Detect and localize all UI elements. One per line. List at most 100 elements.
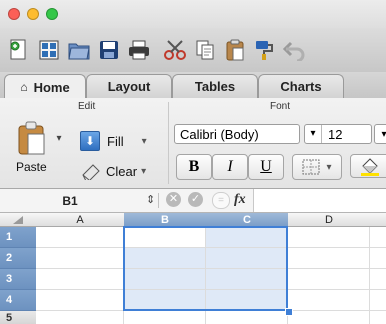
row-label: 5 bbox=[6, 311, 13, 324]
undo-icon[interactable] bbox=[280, 35, 310, 65]
italic-button[interactable]: I bbox=[212, 154, 248, 180]
minimize-window-button[interactable] bbox=[27, 8, 39, 20]
print-icon[interactable] bbox=[124, 35, 154, 65]
column-header-e[interactable] bbox=[370, 213, 386, 227]
tab-label: Layout bbox=[107, 79, 151, 94]
open-icon[interactable] bbox=[64, 35, 94, 65]
cell-a4[interactable] bbox=[36, 290, 124, 311]
column-header-d[interactable]: D bbox=[288, 213, 371, 227]
close-window-button[interactable] bbox=[8, 8, 20, 20]
italic-label: I bbox=[227, 158, 233, 175]
cell-d2[interactable] bbox=[288, 248, 370, 269]
formula-input[interactable] bbox=[253, 189, 386, 212]
tab-charts[interactable]: Charts bbox=[258, 74, 344, 98]
format-painter-icon[interactable] bbox=[250, 35, 280, 65]
font-size-menu-button[interactable]: ▾ bbox=[374, 124, 386, 144]
name-box-stepper-icon[interactable]: ⇕ bbox=[146, 193, 155, 206]
cancel-entry-icon[interactable]: ✕ bbox=[166, 192, 181, 207]
cell-c3[interactable] bbox=[206, 269, 288, 290]
cell-b3[interactable] bbox=[124, 269, 206, 290]
column-label: D bbox=[325, 213, 333, 226]
worksheet-grid: A B C D 1 2 3 4 5 bbox=[0, 213, 386, 324]
fill-label: Fill bbox=[107, 133, 124, 149]
insert-function-toggle-icon[interactable]: = bbox=[212, 192, 230, 209]
row-label: 1 bbox=[6, 231, 13, 243]
cell-a1[interactable] bbox=[36, 227, 124, 248]
paste-icon[interactable] bbox=[220, 35, 250, 65]
paste-label: Paste bbox=[16, 160, 47, 174]
cut-icon[interactable] bbox=[160, 35, 190, 65]
borders-icon bbox=[302, 159, 320, 175]
cell-c4[interactable] bbox=[206, 290, 288, 311]
zoom-window-button[interactable] bbox=[46, 8, 58, 20]
tab-tables[interactable]: Tables bbox=[172, 74, 258, 98]
cell-b1[interactable] bbox=[124, 227, 206, 248]
cell-c5[interactable] bbox=[206, 311, 288, 324]
chevron-down-icon[interactable]: ▾ bbox=[142, 136, 147, 147]
underline-button[interactable]: U bbox=[248, 154, 284, 180]
cell-b4[interactable] bbox=[124, 290, 206, 311]
font-size-value: 12 bbox=[328, 126, 343, 142]
ribbon-tabs: ⌂ Home Layout Tables Charts bbox=[0, 72, 386, 99]
cell-d5[interactable] bbox=[288, 311, 370, 324]
fill-handle[interactable] bbox=[285, 308, 293, 316]
column-header-a[interactable]: A bbox=[36, 213, 125, 227]
bold-button[interactable]: B bbox=[176, 154, 212, 180]
font-name-value: Calibri (Body) bbox=[180, 126, 259, 142]
cell-e3[interactable] bbox=[370, 269, 386, 290]
clear-button[interactable]: Clear ▾ bbox=[80, 160, 146, 182]
tab-layout[interactable]: Layout bbox=[86, 74, 172, 98]
cell-e2[interactable] bbox=[370, 248, 386, 269]
chevron-down-icon[interactable]: ▾ bbox=[305, 125, 322, 143]
row-header-1[interactable]: 1 bbox=[0, 227, 36, 248]
chevron-down-icon[interactable]: ▾ bbox=[141, 166, 146, 177]
borders-button[interactable]: ▾ bbox=[292, 154, 342, 180]
column-header-b[interactable]: B bbox=[124, 213, 207, 227]
chevron-down-icon[interactable]: ▾ bbox=[56, 133, 61, 144]
row-header-2[interactable]: 2 bbox=[0, 248, 36, 269]
fill-color-button[interactable] bbox=[350, 154, 386, 178]
row-header-5[interactable]: 5 bbox=[0, 311, 36, 324]
confirm-entry-icon[interactable]: ✓ bbox=[188, 192, 203, 207]
cell-b2[interactable] bbox=[124, 248, 206, 269]
new-document-icon[interactable] bbox=[4, 35, 34, 65]
gallery-icon[interactable] bbox=[34, 35, 64, 65]
ribbon: Edit Font ▾ Paste ⬇ Fill ▾ Clear ▾ Calib… bbox=[0, 98, 386, 189]
tab-label: Charts bbox=[280, 79, 322, 94]
cell-a3[interactable] bbox=[36, 269, 124, 290]
fill-button[interactable]: ⬇ Fill ▾ bbox=[80, 130, 147, 152]
name-box-value: B1 bbox=[62, 193, 78, 208]
cell-d1[interactable] bbox=[288, 227, 370, 248]
column-label: A bbox=[76, 213, 84, 226]
cell-c1[interactable] bbox=[206, 227, 288, 248]
eraser-icon bbox=[82, 164, 100, 180]
cell-e4[interactable] bbox=[370, 290, 386, 311]
cell-d3[interactable] bbox=[288, 269, 370, 290]
cell-a5[interactable] bbox=[36, 311, 124, 324]
tab-home[interactable]: ⌂ Home bbox=[4, 74, 86, 99]
cell-a2[interactable] bbox=[36, 248, 124, 269]
fill-down-icon: ⬇ bbox=[80, 131, 100, 151]
column-header-c[interactable]: C bbox=[206, 213, 289, 227]
tab-label: Home bbox=[33, 79, 70, 95]
cell-b5[interactable] bbox=[124, 311, 206, 324]
name-box[interactable]: B1 bbox=[0, 189, 140, 212]
tab-label: Tables bbox=[194, 79, 236, 94]
cell-e1[interactable] bbox=[370, 227, 386, 248]
font-group-label: Font bbox=[270, 101, 291, 112]
row-header-3[interactable]: 3 bbox=[0, 269, 36, 290]
select-all-icon bbox=[13, 215, 23, 224]
paste-button[interactable]: ▾ Paste bbox=[8, 120, 70, 182]
select-all-corner[interactable] bbox=[0, 213, 37, 227]
row-header-4[interactable]: 4 bbox=[0, 290, 36, 311]
font-size-field[interactable]: ▾ 12 bbox=[304, 124, 372, 144]
fx-icon[interactable]: fx bbox=[234, 192, 246, 208]
copy-icon[interactable] bbox=[190, 35, 220, 65]
underline-label: U bbox=[260, 158, 272, 175]
cell-c2[interactable] bbox=[206, 248, 288, 269]
edit-group-label: Edit bbox=[78, 101, 96, 112]
bold-label: B bbox=[188, 158, 200, 175]
font-name-field[interactable]: Calibri (Body) bbox=[174, 124, 300, 144]
save-icon[interactable] bbox=[94, 35, 124, 65]
cell-d4[interactable] bbox=[288, 290, 370, 311]
